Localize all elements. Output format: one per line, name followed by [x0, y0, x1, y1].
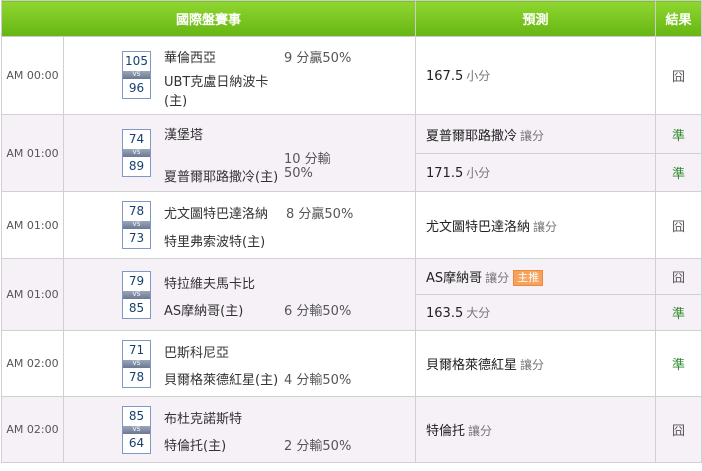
handicap-percent: 50%	[284, 166, 313, 181]
score-box: 85 VS 64	[122, 406, 151, 454]
match-row: AM 01:00 78 VS 73 尤文圖特巴達洛納 特里弗索波特(主) 8 分…	[1, 191, 702, 259]
vs-label: VS	[123, 221, 150, 229]
team-home[interactable]: UBT克盧日納波卡	[164, 71, 268, 90]
prediction-tag: 讓分	[485, 271, 510, 285]
prediction-value: 163.5	[426, 306, 464, 321]
score-box: 78 VS 73	[122, 201, 151, 249]
prediction-cell: 163.5 大分	[415, 294, 657, 331]
prediction-value: 尤文圖特巴達洛納	[426, 219, 531, 235]
match-time: AM 02:00	[1, 330, 64, 397]
vs-label: VS	[123, 291, 150, 299]
header-predict: 預測	[415, 0, 657, 37]
match-row: AM 01:00 74 VS 89 漢堡塔 夏普爾耶路撒冷(主) 10 分輸 5…	[1, 114, 702, 192]
score-home: 85	[128, 301, 145, 315]
prediction-tag: 讓分	[520, 128, 545, 143]
prediction-tag: 讓分	[533, 219, 558, 234]
result-fail: 囧	[655, 396, 702, 463]
prediction-tag: 讓分	[468, 424, 493, 438]
prediction-cell: 尤文圖特巴達洛納 讓分	[415, 191, 657, 259]
team-away[interactable]: 特拉維夫馬卡比	[164, 273, 255, 292]
score-away: 71	[128, 343, 145, 357]
match-row: AM 02:00 71 VS 78 巴斯科尼亞 貝爾格萊德紅星(主) 4 分輸5…	[1, 330, 702, 397]
match-cell: 78 VS 73 尤文圖特巴達洛納 特里弗索波特(主) 8 分贏50%	[62, 191, 417, 259]
match-cell: 85 VS 64 布杜克諾斯特 特倫托(主) 2 分輸50%	[62, 396, 417, 463]
result-hit: 準	[655, 330, 702, 397]
score-box: 79 VS 85	[122, 271, 151, 319]
prediction-tag: 小分	[466, 166, 491, 180]
handicap-result: 9 分贏50%	[284, 51, 352, 66]
prediction-cell: 167.5 小分	[415, 36, 657, 115]
team-home[interactable]: 特倫托(主)	[164, 435, 226, 454]
handicap-result: 10 分輸	[284, 152, 331, 167]
team-home[interactable]: 特里弗索波特(主)	[164, 231, 265, 250]
prediction-value: 夏普爾耶路撒冷	[426, 128, 518, 144]
result-hit: 準	[655, 294, 702, 331]
result-fail: 囧	[655, 258, 702, 295]
score-box: 105 VS 96	[122, 51, 151, 99]
team-away[interactable]: 漢堡塔	[164, 124, 203, 143]
match-cell: 74 VS 89 漢堡塔 夏普爾耶路撒冷(主) 10 分輸 50%	[62, 114, 417, 192]
prediction-cell: 夏普爾耶路撒冷 讓分	[415, 114, 657, 154]
prediction-value: 167.5	[426, 69, 464, 84]
prediction-value: AS摩納哥	[426, 271, 483, 286]
featured-badge: 主推	[513, 270, 544, 286]
team-away[interactable]: 巴斯科尼亞	[164, 342, 229, 361]
score-home: 64	[128, 436, 145, 450]
prediction-value: 171.5	[426, 166, 464, 181]
home-suffix: (主)	[164, 94, 188, 109]
prediction-cell: 貝爾格萊德紅星 讓分	[415, 330, 657, 397]
team-away[interactable]: 華倫西亞	[164, 47, 216, 66]
prediction-value: 特倫托	[426, 424, 466, 439]
header-result: 結果	[655, 0, 702, 37]
match-time: AM 02:00	[1, 396, 64, 463]
prediction-cell: 特倫托 讓分	[415, 396, 657, 463]
result-fail: 囧	[655, 36, 702, 115]
team-home[interactable]: 貝爾格萊德紅星(主)	[164, 369, 278, 388]
match-row: AM 00:00 105 VS 96 華倫西亞 UBT克盧日納波卡 (主) 9 …	[1, 36, 702, 115]
team-away[interactable]: 尤文圖特巴達洛納	[164, 203, 268, 222]
result-hit: 準	[655, 114, 702, 154]
score-away: 74	[128, 132, 145, 146]
match-cell: 71 VS 78 巴斯科尼亞 貝爾格萊德紅星(主) 4 分輸50%	[62, 330, 417, 397]
prediction-value: 貝爾格萊德紅星	[426, 358, 518, 373]
score-home: 89	[128, 159, 145, 173]
match-row: AM 01:00 79 VS 85 特拉維夫馬卡比 AS摩納哥(主) 6 分輸5…	[1, 258, 702, 331]
prediction-tag: 大分	[466, 306, 491, 320]
team-home[interactable]: AS摩納哥(主)	[164, 300, 243, 319]
handicap-result: 4 分輸50%	[284, 373, 352, 388]
score-home: 78	[128, 370, 145, 384]
score-away: 78	[128, 204, 145, 218]
score-away: 85	[128, 409, 145, 423]
match-time: AM 01:00	[1, 191, 64, 259]
prediction-table: 國際盤賽事 預測 結果 AM 00:00 105 VS 96 華倫西亞 UBT克…	[0, 0, 702, 463]
match-cell: 105 VS 96 華倫西亞 UBT克盧日納波卡 (主) 9 分贏50%	[62, 36, 417, 115]
score-box: 74 VS 89	[122, 129, 151, 177]
match-time: AM 00:00	[1, 36, 64, 115]
team-away[interactable]: 布杜克諾斯特	[164, 408, 242, 427]
vs-label: VS	[123, 71, 150, 79]
score-away: 79	[128, 274, 145, 288]
prediction-cell: 171.5 小分	[415, 153, 657, 192]
result-hit: 準	[655, 153, 702, 192]
result-fail: 囧	[655, 191, 702, 259]
prediction-cell: AS摩納哥 讓分 主推	[415, 258, 657, 295]
score-away: 105	[125, 54, 148, 68]
score-box: 71 VS 78	[122, 340, 151, 388]
handicap-result: 2 分輸50%	[284, 439, 352, 454]
team-home[interactable]: 夏普爾耶路撒冷(主)	[164, 166, 278, 185]
vs-label: VS	[123, 149, 150, 157]
header-match: 國際盤賽事	[0, 0, 417, 37]
vs-label: VS	[123, 360, 150, 368]
match-cell: 79 VS 85 特拉維夫馬卡比 AS摩納哥(主) 6 分輸50%	[62, 258, 417, 331]
score-home: 73	[128, 231, 145, 245]
match-row: AM 02:00 85 VS 64 布杜克諾斯特 特倫托(主) 2 分輸50% …	[1, 396, 702, 463]
prediction-tag: 讓分	[520, 358, 545, 372]
prediction-tag: 小分	[466, 69, 491, 83]
match-time: AM 01:00	[1, 114, 64, 192]
match-time: AM 01:00	[1, 258, 64, 331]
handicap-result: 8 分贏50%	[286, 207, 354, 222]
vs-label: VS	[123, 426, 150, 434]
handicap-result: 6 分輸50%	[284, 304, 352, 319]
score-home: 96	[128, 81, 145, 95]
